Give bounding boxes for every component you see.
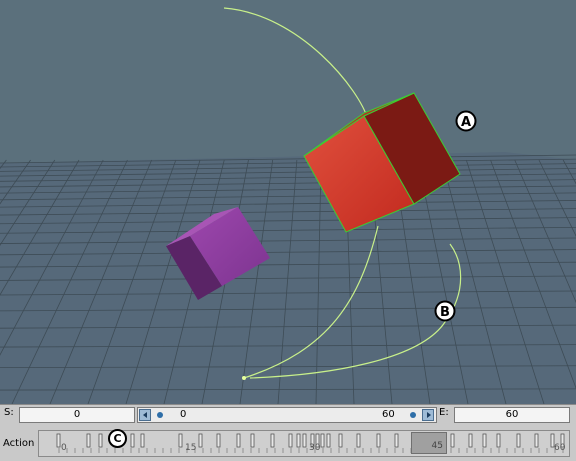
keyframe-tick[interactable] — [250, 433, 255, 448]
keyframe-tick[interactable] — [482, 433, 487, 448]
callout-a: A — [455, 110, 477, 132]
arrow-left-icon — [143, 412, 147, 418]
callout-a-text: A — [461, 115, 471, 130]
range-start-handle[interactable] — [153, 409, 167, 421]
path-key-point[interactable] — [242, 376, 246, 380]
keyframe-tick[interactable] — [236, 433, 241, 448]
range-end-value: 60 — [382, 409, 395, 420]
keyframe-tick[interactable] — [320, 433, 325, 448]
keyframe-tick[interactable] — [450, 433, 455, 448]
keyframe-tick[interactable] — [140, 433, 145, 448]
tick-label-60: 60 — [554, 443, 566, 453]
keyframe-tick[interactable] — [534, 433, 539, 448]
3d-viewport[interactable]: A B — [0, 0, 576, 404]
handle-dot-icon — [410, 412, 416, 418]
keyframe-tick[interactable] — [376, 433, 381, 448]
arrow-right-icon — [427, 412, 431, 418]
keyframe-tick[interactable] — [86, 433, 91, 448]
action-label: Action — [3, 438, 35, 449]
keyframe-tick[interactable] — [326, 433, 331, 448]
handle-dot-icon — [157, 412, 163, 418]
keyframe-tick[interactable] — [216, 433, 221, 448]
end-label: E: — [439, 407, 449, 418]
motion-path-red-cube[interactable] — [223, 7, 369, 121]
keyframe-tick[interactable] — [98, 433, 103, 448]
range-step-right-button[interactable] — [422, 409, 434, 421]
keyframe-tick[interactable] — [468, 433, 473, 448]
ground-grid — [0, 152, 576, 404]
callout-b-text: B — [440, 305, 450, 320]
keyframe-tick[interactable] — [496, 433, 501, 448]
callout-b: B — [434, 300, 456, 322]
range-start-value: 0 — [180, 409, 187, 420]
tick-label-0: 0 — [61, 443, 67, 453]
keyframe-tick[interactable] — [288, 433, 293, 448]
keyframe-tick[interactable] — [356, 433, 361, 448]
keyframe-tick[interactable] — [394, 433, 399, 448]
keyframe-tick[interactable] — [516, 433, 521, 448]
timebar: S: 0 0 60 E: 60 Action 45 0 15 30 60 C — [0, 404, 576, 461]
tick-label-30: 30 — [309, 443, 321, 453]
keyframe-tick[interactable] — [270, 433, 275, 448]
keyframe-tick[interactable] — [338, 433, 343, 448]
current-frame-indicator[interactable]: 45 — [411, 432, 447, 454]
end-frame-field[interactable]: 60 — [454, 407, 570, 423]
keyframe-tick[interactable] — [198, 433, 203, 448]
viewport-canvas[interactable]: A B — [0, 0, 576, 404]
keyframe-tick[interactable] — [178, 433, 183, 448]
callout-c: C — [108, 429, 127, 448]
start-label: S: — [4, 407, 14, 418]
keyframe-tick[interactable] — [130, 433, 135, 448]
start-frame-field[interactable]: 0 — [19, 407, 135, 423]
tick-label-15: 15 — [185, 443, 197, 453]
range-step-left-button[interactable] — [139, 409, 151, 421]
keyframe-tick[interactable] — [56, 433, 61, 448]
range-slider[interactable]: 0 60 — [137, 407, 437, 423]
keyframe-tick[interactable] — [296, 433, 301, 448]
keyframe-tick[interactable] — [302, 433, 307, 448]
current-frame-value: 45 — [431, 441, 443, 451]
animation-editor: A B S: 0 0 60 E: 60 Action 45 0 15 30 60… — [0, 0, 576, 461]
range-end-handle[interactable] — [406, 409, 420, 421]
